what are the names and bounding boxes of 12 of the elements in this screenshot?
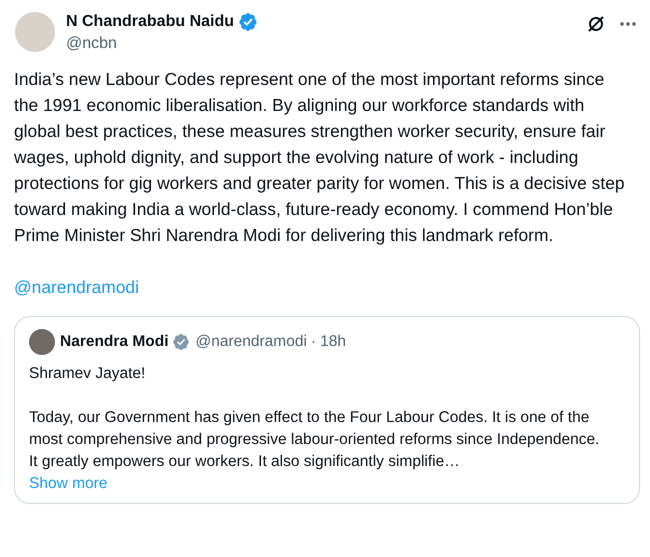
avatar <box>29 329 55 355</box>
post-text: India’s new Labour Codes represent one of the most important reforms since the 1991 economic liberalisation. By aligning our workforce standards with global best practices, these measures strengthen worker security, ensure fair wages, uphold dignity, and support the evolving nature of work - including protections for gig workers and greater parity for women. This is a decisive step toward making India a world-class, future-ready economy. I commend Hon’ble Prime Minister Shri Narendra Modi for delivering this landmark reform. <box>14 68 626 247</box>
quoted-text: Shramev Jayate! <box>29 364 146 384</box>
quoted-text: Today, our Government has given effect to the Four Labour Codes. It is one of the most comprehensive and progressive labour-oriented reforms since Independence. It greatly empowers our workers. It also significantly simplifie… <box>29 408 600 472</box>
avatar <box>15 12 55 52</box>
author-name: Narendra Modi <box>60 332 169 352</box>
author-handle: @narendramodi <box>196 332 307 352</box>
author-handle[interactable]: @ncbn <box>66 34 586 54</box>
author-name[interactable]: N Chandrababu Naidu <box>66 12 234 32</box>
post-time: 18h <box>320 332 346 352</box>
quoted-post[interactable] <box>14 316 640 504</box>
separator-dot: · <box>310 332 316 352</box>
